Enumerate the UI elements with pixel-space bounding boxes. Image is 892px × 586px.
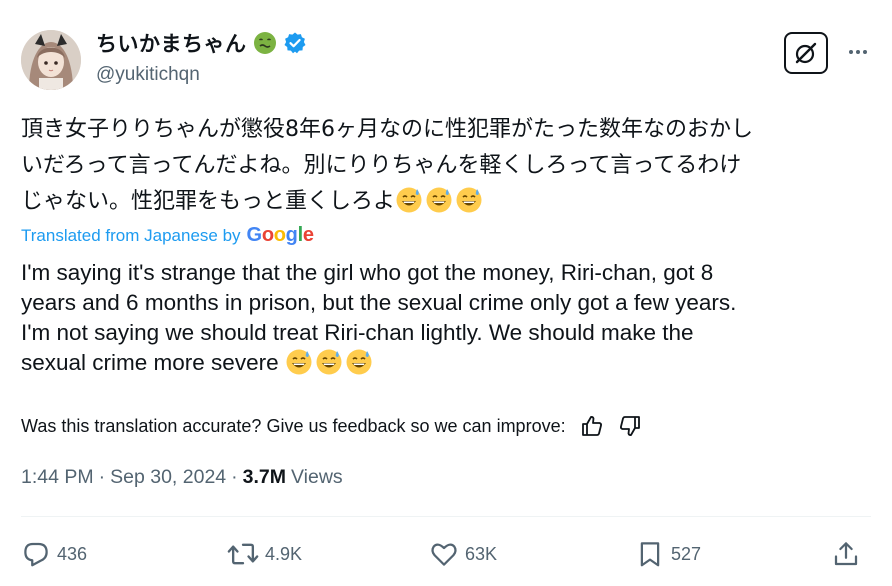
more-dot-icon <box>856 50 860 54</box>
translated-label: Translated from Japanese by <box>21 225 241 245</box>
like-count: 63K <box>465 543 498 564</box>
feedback-prompt: Was this translation accurate? Give us f… <box>21 415 566 436</box>
like-button[interactable]: 63K <box>429 536 497 572</box>
grinning-sweat-emoji-icon <box>286 349 312 375</box>
translation-feedback: Was this translation accurate? Give us f… <box>21 414 642 438</box>
separator-dot: · <box>98 466 106 488</box>
translation-attribution[interactable]: Translated from Japanese by Google <box>21 224 314 247</box>
grinning-sweat-emoji-icon <box>456 187 482 213</box>
avatar-image <box>21 30 81 90</box>
reply-icon <box>24 542 48 567</box>
nauseated-face-emoji-icon <box>253 32 276 54</box>
post-text-translated: I'm saying it's strange that the girl wh… <box>21 258 871 378</box>
grinning-sweat-emoji-icon <box>316 349 342 375</box>
more-options-button[interactable] <box>843 40 873 64</box>
author-display-name[interactable]: ちいかまちゃん <box>96 28 247 58</box>
repost-icon <box>227 543 259 565</box>
share-button[interactable] <box>831 536 861 572</box>
grinning-sweat-emoji-icon <box>396 187 422 213</box>
bookmark-icon <box>640 542 660 567</box>
repost-count: 4.9K <box>265 543 303 564</box>
bookmark-count: 527 <box>671 543 702 564</box>
post-timestamp: 1:44 PM · Sep 30, 2024 · 3.7M Views <box>21 466 343 489</box>
post-text-japanese-content: 頂き女子りりちゃんが懲役8年6ヶ月なのに性犯罪がたった数年なのおかし いだろって… <box>21 117 753 214</box>
action-bar: 436 4.9K 63K 527 <box>21 536 871 572</box>
more-dot-icon <box>863 50 867 54</box>
separator-dot: · <box>231 466 238 488</box>
reply-count: 436 <box>57 543 88 564</box>
reply-button[interactable]: 436 <box>21 536 87 572</box>
thumbs-down-icon[interactable] <box>618 414 642 438</box>
author-name-row: ちいかまちゃん <box>96 30 307 56</box>
grinning-sweat-emoji-icon <box>346 349 372 375</box>
post-text-japanese: 頂き女子りりちゃんが懲役8年6ヶ月なのに性犯罪がたった数年なのおかし いだろって… <box>21 112 871 220</box>
share-icon <box>834 542 858 566</box>
post-date[interactable]: Sep 30, 2024 <box>110 466 226 489</box>
author-handle[interactable]: @yukitichqn <box>96 64 200 86</box>
post-text-translated-content: I'm saying it's strange that the girl wh… <box>21 260 737 375</box>
post-time[interactable]: 1:44 PM <box>21 466 94 489</box>
divider <box>21 516 871 517</box>
google-logo: Google <box>246 224 314 246</box>
thumbs-up-icon[interactable] <box>580 414 604 438</box>
avatar[interactable] <box>21 30 81 90</box>
emoji-group <box>285 349 375 375</box>
verified-badge-icon[interactable] <box>283 31 307 55</box>
grinning-sweat-emoji-icon <box>426 187 452 213</box>
grok-button[interactable] <box>784 32 828 74</box>
repost-button[interactable]: 4.9K <box>227 536 302 572</box>
emoji-group <box>395 187 485 214</box>
views-count: 3.7M <box>242 466 287 488</box>
grok-icon <box>795 42 817 64</box>
more-dot-icon <box>849 50 853 54</box>
heart-icon <box>431 543 457 566</box>
views-label: Views <box>291 466 343 488</box>
bookmark-button[interactable]: 527 <box>635 536 701 572</box>
